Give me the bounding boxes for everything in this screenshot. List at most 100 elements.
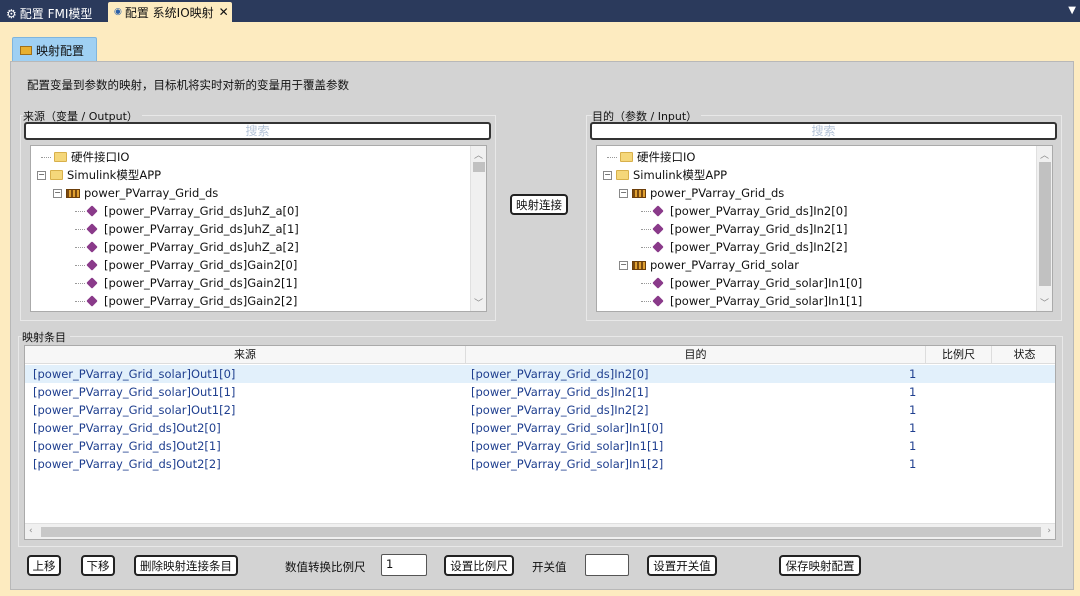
cell-source: [power_PVarray_Grid_ds]Out2[1] [33,439,221,453]
close-icon[interactable]: ✕ [219,5,229,19]
column-header-target[interactable]: 目的 [466,346,926,364]
cell-target: [power_PVarray_Grid_solar]In1[2] [471,457,664,471]
table-row[interactable]: [power_PVarray_Grid_solar]Out1[2] [power… [25,401,1055,419]
tree-item[interactable]: [power_PVarray_Grid_ds]uhZ_a[0] [75,202,299,220]
move-up-button[interactable]: 上移 [27,555,61,576]
tree-item[interactable]: [power_PVarray_Grid_ds]Gain2[2] [75,292,297,310]
scroll-thumb[interactable] [41,527,1041,537]
folder-icon [620,152,633,162]
tab-mapping-config[interactable]: 映射配置 [12,37,97,62]
scroll-up-icon[interactable]: ︿ [1040,148,1049,161]
cell-scale: 1 [909,457,917,471]
tree-item[interactable]: [power_PVarray_Grid_solar]In1[0] [641,274,862,292]
source-tree[interactable]: 硬件接口IO − Simulink模型APP − power_PVarray_G… [30,145,487,312]
cell-scale: 1 [909,403,917,417]
variable-icon [86,223,98,235]
chevron-down-icon[interactable]: ▼ [1068,5,1076,16]
tree-item[interactable]: − Simulink模型APP [37,166,161,184]
variable-icon [86,205,98,217]
folder-icon [50,170,63,180]
tab-label: 映射配置 [36,43,85,58]
table-horizontal-scrollbar[interactable]: ‹ › [25,523,1055,539]
scale-input[interactable]: 1 [381,554,427,576]
table-row[interactable]: [power_PVarray_Grid_ds]Out2[2] [power_PV… [25,455,1055,473]
description-text: 配置变量到参数的映射，目标机将实时对新的变量用于覆盖参数 [27,78,349,92]
target-search-input[interactable]: 搜索 [590,122,1057,140]
cell-target: [power_PVarray_Grid_solar]In1[1] [471,439,664,453]
collapse-icon[interactable]: − [37,170,46,180]
model-icon [66,188,80,198]
scale-label: 数值转换比例尺 [285,560,366,574]
scroll-up-icon[interactable]: ︿ [474,148,483,161]
variable-icon [86,259,98,271]
tree-item[interactable]: − power_PVarray_Grid_solar [619,256,799,274]
column-header-source[interactable]: 来源 [25,346,466,364]
tab-fmi-config[interactable]: ⚙ 配置 FMI模型 [2,2,98,22]
tree-item[interactable]: − power_PVarray_Grid_ds [53,184,218,202]
column-header-scale[interactable]: 比例尺 [926,346,992,364]
collapse-icon[interactable]: − [603,170,612,180]
target-tree[interactable]: 硬件接口IO − Simulink模型APP − power_PVarray_G… [596,145,1053,312]
table-row[interactable]: [power_PVarray_Grid_solar]Out1[1] [power… [25,383,1055,401]
tree-item[interactable]: [power_PVarray_Grid_ds]Gain2[0] [75,256,297,274]
tree-item[interactable]: [power_PVarray_Grid_ds]In2[2] [641,238,848,256]
tree-item[interactable]: [power_PVarray_Grid_ds]Gain2[1] [75,274,297,292]
cell-scale: 1 [909,439,917,453]
save-mapping-button[interactable]: 保存映射配置 [779,555,861,576]
tab-label: 配置 FMI模型 [19,7,93,21]
variable-icon [652,295,664,307]
mapping-icon [20,45,32,55]
scroll-thumb[interactable] [1039,162,1051,286]
folder-icon [616,170,629,180]
cell-source: [power_PVarray_Grid_ds]Out2[0] [33,421,221,435]
scroll-down-icon[interactable]: ﹀ [1040,296,1049,309]
table-row[interactable]: [power_PVarray_Grid_ds]Out2[1] [power_PV… [25,437,1055,455]
set-scale-button[interactable]: 设置比例尺 [444,555,514,576]
variable-icon [652,277,664,289]
cell-target: [power_PVarray_Grid_ds]In2[0] [471,367,649,381]
tab-io-mapping[interactable]: ◉ 配置 系统IO映射 ✕ [108,2,232,22]
scroll-down-icon[interactable]: ﹀ [474,296,483,309]
switch-label: 开关值 [532,560,567,574]
document-tab-bar: ⚙ 配置 FMI模型 ◉ 配置 系统IO映射 ✕ ▼ [0,0,1080,22]
model-icon [632,260,646,270]
table-row[interactable]: [power_PVarray_Grid_ds]Out2[0] [power_PV… [25,419,1055,437]
source-search-input[interactable]: 搜索 [24,122,491,140]
tree-item[interactable]: [power_PVarray_Grid_ds]uhZ_a[1] [75,220,299,238]
cell-source: [power_PVarray_Grid_solar]Out1[2] [33,403,236,417]
variable-icon [652,205,664,217]
scroll-left-icon[interactable]: ‹ [29,526,33,536]
target-scrollbar[interactable]: ︿ ﹀ [1036,146,1052,311]
tree-item[interactable]: 硬件接口IO [41,148,129,166]
switch-input[interactable] [585,554,629,576]
cell-target: [power_PVarray_Grid_ds]In2[2] [471,403,649,417]
tree-item[interactable]: [power_PVarray_Grid_ds]In2[0] [641,202,848,220]
variable-icon [652,223,664,235]
model-icon [632,188,646,198]
tree-item[interactable]: [power_PVarray_Grid_solar]In1[1] [641,292,862,310]
variable-icon [86,241,98,253]
tree-item[interactable]: [power_PVarray_Grid_ds]In2[1] [641,220,848,238]
target-icon: ◉ [114,7,122,17]
tree-item[interactable]: − power_PVarray_Grid_ds [619,184,784,202]
map-connect-button[interactable]: 映射连接 [510,194,568,215]
collapse-icon[interactable]: − [619,260,628,270]
scroll-right-icon[interactable]: › [1047,526,1051,536]
collapse-icon[interactable]: − [53,188,62,198]
set-switch-button[interactable]: 设置开关值 [647,555,717,576]
mapping-entries-table[interactable]: 来源 目的 比例尺 状态 [power_PVarray_Grid_solar]O… [24,345,1056,540]
column-header-status[interactable]: 状态 [992,346,1055,364]
delete-entry-button[interactable]: 删除映射连接条目 [134,555,238,576]
tree-item[interactable]: − Simulink模型APP [603,166,727,184]
variable-icon [86,277,98,289]
tree-item[interactable]: [power_PVarray_Grid_ds]uhZ_a[2] [75,238,299,256]
move-down-button[interactable]: 下移 [81,555,115,576]
source-scrollbar[interactable]: ︿ ﹀ [470,146,486,311]
cell-scale: 1 [909,367,917,381]
collapse-icon[interactable]: − [619,188,628,198]
table-row[interactable]: [power_PVarray_Grid_solar]Out1[0] [power… [25,365,1055,383]
gear-icon: ⚙ [6,6,17,21]
cell-scale: 1 [909,421,917,435]
scroll-thumb[interactable] [473,162,485,172]
tree-item[interactable]: 硬件接口IO [607,148,695,166]
